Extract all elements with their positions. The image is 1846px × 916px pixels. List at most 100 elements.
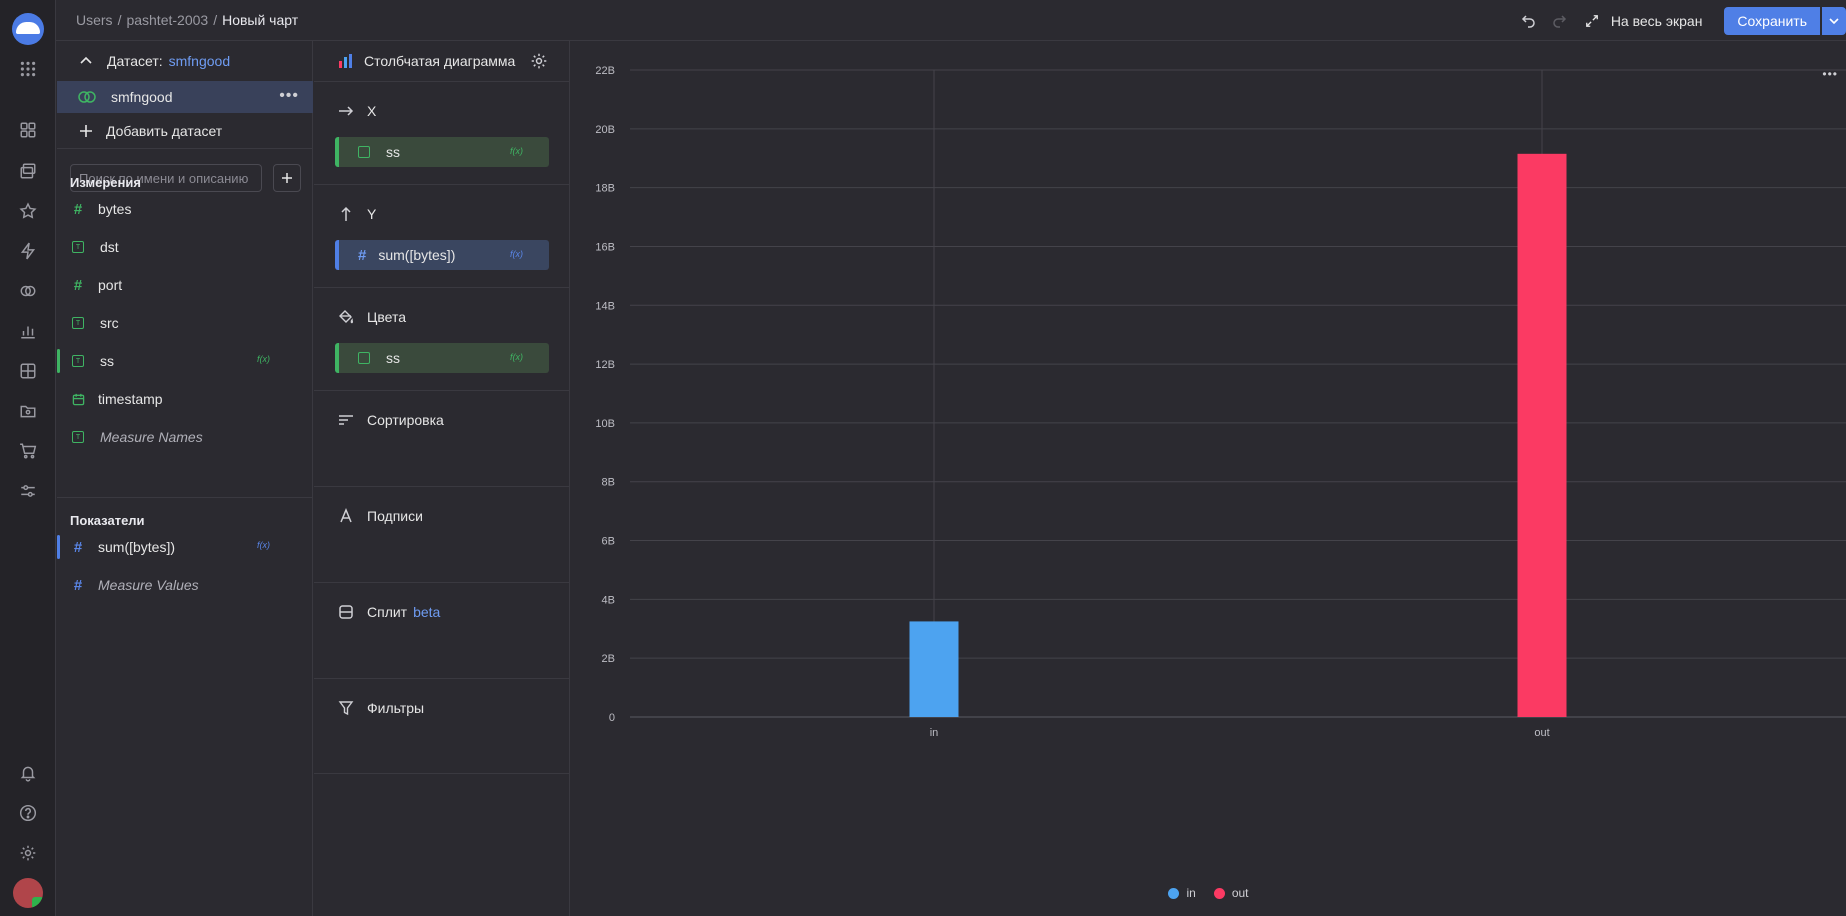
field-item[interactable]: # bytes bbox=[57, 193, 313, 225]
add-dataset-button[interactable]: Добавить датасет bbox=[57, 114, 313, 148]
marketplace-cart-icon[interactable] bbox=[18, 441, 38, 461]
section-filters-label: Фильтры bbox=[367, 700, 425, 716]
x-tick-label: in bbox=[930, 727, 939, 739]
dataset-name[interactable]: smfngood bbox=[169, 53, 230, 69]
visualization-type-selector[interactable]: Столбчатая диаграмма bbox=[314, 41, 570, 81]
folder-icon[interactable] bbox=[18, 401, 38, 421]
y-tick-label: 12B bbox=[595, 359, 615, 371]
save-button[interactable]: Сохранить bbox=[1724, 7, 1820, 35]
field-item[interactable]: T src bbox=[57, 307, 313, 339]
legend-dot bbox=[1168, 887, 1180, 899]
redo-icon[interactable] bbox=[1549, 11, 1569, 31]
field-name: ss bbox=[100, 353, 114, 369]
number-type-icon: # bbox=[73, 200, 83, 218]
dataset-header[interactable]: Датасет: smfngood bbox=[57, 41, 313, 81]
y-tick-label: 2B bbox=[602, 653, 615, 665]
visualization-panel: Столбчатая диаграмма X ss f(x) Y # sum([… bbox=[314, 41, 570, 916]
section-split-title: Сплит beta bbox=[337, 603, 440, 621]
section-colors-label: Цвета bbox=[367, 309, 406, 325]
breadcrumb: Users / pashtet-2003/Новый чарт bbox=[76, 12, 298, 28]
settings-sliders-icon[interactable] bbox=[18, 481, 38, 501]
legend-item-in[interactable]: in bbox=[1168, 886, 1196, 900]
color-field-chip[interactable]: ss f(x) bbox=[335, 343, 549, 373]
breadcrumb-separator: / bbox=[213, 12, 218, 28]
fullscreen-button[interactable]: На весь экран bbox=[1585, 13, 1702, 29]
field-item[interactable]: T dst bbox=[57, 231, 313, 263]
dashboard-icon[interactable] bbox=[18, 120, 38, 140]
section-x-label: X bbox=[367, 103, 377, 119]
section-x-title: X bbox=[337, 102, 376, 120]
legend-label: in bbox=[1186, 886, 1196, 900]
chevron-up-icon bbox=[80, 56, 92, 64]
field-name: port bbox=[98, 277, 123, 293]
text-type-icon: T bbox=[72, 431, 84, 443]
field-name: bytes bbox=[98, 201, 132, 217]
section-split[interactable]: Сплит beta bbox=[314, 582, 570, 678]
collections-icon[interactable] bbox=[18, 161, 38, 181]
dataset-item-label: smfngood bbox=[111, 89, 173, 105]
undo-icon[interactable] bbox=[1519, 11, 1539, 31]
paint-bucket-icon bbox=[337, 308, 355, 326]
y-tick-label: 14B bbox=[595, 300, 615, 312]
x-field-chip[interactable]: ss f(x) bbox=[335, 137, 549, 167]
left-rail bbox=[0, 0, 56, 916]
formula-icon: f(x) bbox=[510, 146, 523, 156]
y-tick-label: 4B bbox=[602, 594, 615, 606]
user-avatar[interactable] bbox=[13, 878, 43, 908]
avatar-badge-icon bbox=[32, 897, 43, 908]
text-type-icon: T bbox=[72, 241, 84, 253]
top-bar: Users / pashtet-2003/Новый чарт На весь эк… bbox=[56, 0, 1846, 41]
y-tick-label: 18B bbox=[595, 183, 615, 195]
color-field-chip-label: ss bbox=[386, 350, 400, 366]
y-field-chip[interactable]: # sum([bytes]) f(x) bbox=[335, 240, 549, 270]
legend-item-out[interactable]: out bbox=[1213, 886, 1249, 900]
chart-legend: in out bbox=[571, 886, 1846, 900]
charts-icon[interactable] bbox=[18, 321, 38, 341]
field-item[interactable]: # port bbox=[57, 269, 313, 301]
favorites-star-icon[interactable] bbox=[18, 201, 38, 221]
section-filters-title: Фильтры bbox=[337, 699, 424, 717]
section-labels[interactable]: Подписи bbox=[314, 486, 570, 582]
section-filters[interactable]: Фильтры bbox=[314, 678, 570, 774]
field-item[interactable]: T Measure Names bbox=[57, 421, 313, 453]
dataset-item[interactable]: smfngood ••• bbox=[57, 81, 313, 113]
date-type-icon bbox=[70, 391, 86, 407]
filter-funnel-icon bbox=[337, 699, 355, 717]
sort-lines-icon bbox=[337, 411, 355, 429]
visualization-type-label: Столбчатая диаграмма bbox=[364, 53, 516, 69]
field-item[interactable]: timestamp bbox=[57, 383, 313, 415]
datalens-logo[interactable] bbox=[12, 13, 44, 45]
section-sort[interactable]: Сортировка bbox=[314, 390, 570, 486]
text-type-icon: T bbox=[72, 317, 84, 329]
y-tick-label: 8B bbox=[602, 477, 615, 489]
dashboards-grid-icon[interactable] bbox=[18, 361, 38, 381]
apps-grid-icon[interactable] bbox=[18, 59, 38, 79]
fullscreen-icon bbox=[1585, 15, 1598, 27]
chart-menu-icon[interactable]: ••• bbox=[1822, 67, 1838, 81]
breadcrumb-current[interactable]: Новый чарт bbox=[222, 12, 298, 28]
save-options-button[interactable] bbox=[1822, 7, 1846, 35]
letter-a-icon bbox=[337, 507, 355, 525]
chart-settings-gear-icon[interactable] bbox=[530, 52, 548, 70]
datasets-icon[interactable] bbox=[18, 281, 38, 301]
more-options-icon[interactable]: ••• bbox=[279, 87, 299, 105]
settings-gear-icon[interactable] bbox=[18, 843, 38, 863]
field-name: Measure Values bbox=[98, 577, 199, 593]
y-tick-label: 6B bbox=[602, 536, 615, 548]
field-name: sum([bytes]) bbox=[98, 539, 176, 555]
section-y: Y # sum([bytes]) f(x) bbox=[314, 184, 570, 287]
text-type-icon bbox=[358, 146, 370, 158]
field-name: timestamp bbox=[98, 391, 163, 407]
breadcrumb-users[interactable]: Users bbox=[76, 12, 113, 28]
field-item[interactable]: # sum([bytes]) f(x) bbox=[57, 531, 313, 563]
field-item[interactable]: # Measure Values bbox=[57, 569, 313, 601]
add-field-button[interactable] bbox=[273, 164, 301, 192]
breadcrumb-folder[interactable]: pashtet-2003 bbox=[126, 12, 208, 28]
y-tick-label: 20B bbox=[595, 124, 615, 136]
help-icon[interactable] bbox=[18, 803, 38, 823]
field-item[interactable]: T ss f(x) bbox=[57, 345, 313, 377]
connections-icon[interactable] bbox=[18, 241, 38, 261]
dataset-label: Датасет: bbox=[107, 53, 163, 69]
section-sort-label: Сортировка bbox=[367, 412, 444, 428]
notifications-bell-icon[interactable] bbox=[18, 763, 38, 783]
